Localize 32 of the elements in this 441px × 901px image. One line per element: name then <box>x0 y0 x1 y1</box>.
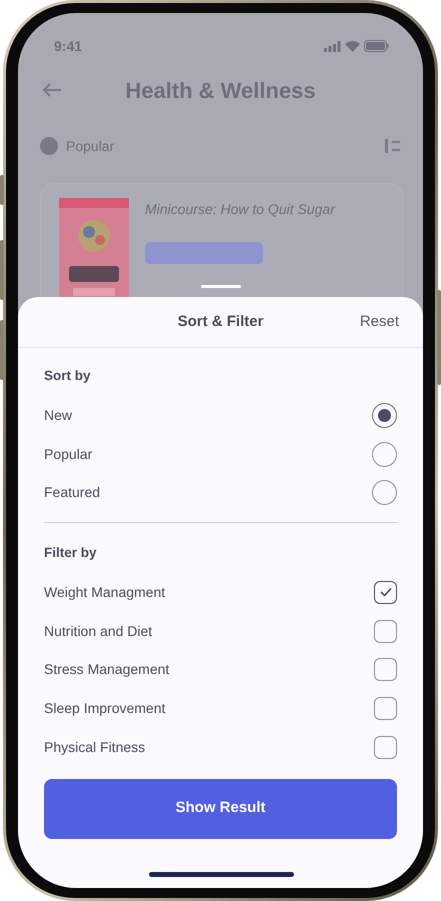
checkbox[interactable] <box>374 620 397 643</box>
status-time: 9:41 <box>54 36 82 56</box>
reset-button[interactable]: Reset <box>360 310 399 334</box>
signal-icon <box>324 40 341 52</box>
option-label: Physical Fitness <box>44 738 146 757</box>
option-label: Featured <box>44 483 100 502</box>
option-label: Sleep Improvement <box>44 698 166 718</box>
show-result-button[interactable]: Show Result <box>44 778 397 838</box>
sheet-title: Sort & Filter <box>178 312 264 332</box>
page-title: Health & Wellness <box>124 76 317 104</box>
checkbox[interactable] <box>374 580 397 604</box>
battery-icon <box>364 40 389 52</box>
checkbox[interactable] <box>374 658 397 682</box>
checkbox[interactable] <box>374 696 397 720</box>
drag-handle[interactable] <box>200 285 240 288</box>
filter-icon[interactable] <box>383 138 401 154</box>
section-heading: Filter by <box>44 544 98 562</box>
wifi-icon <box>345 40 360 52</box>
popular-icon <box>40 137 58 155</box>
back-arrow-icon[interactable] <box>42 82 62 98</box>
option-label: Weight Managment <box>44 582 166 602</box>
radio-button[interactable] <box>372 480 397 506</box>
option-label: Stress Management <box>44 660 170 680</box>
radio-button[interactable] <box>372 402 397 428</box>
section-heading: Sort by <box>44 367 92 385</box>
checkbox[interactable] <box>374 736 397 759</box>
radio-button[interactable] <box>372 442 397 467</box>
option-label: New <box>44 406 72 425</box>
course-title: Minicourse: How to Quit Sugar <box>145 200 335 219</box>
option-label: Nutrition and Diet <box>44 622 152 641</box>
check-icon <box>380 587 392 598</box>
option-label: Popular <box>44 444 92 464</box>
